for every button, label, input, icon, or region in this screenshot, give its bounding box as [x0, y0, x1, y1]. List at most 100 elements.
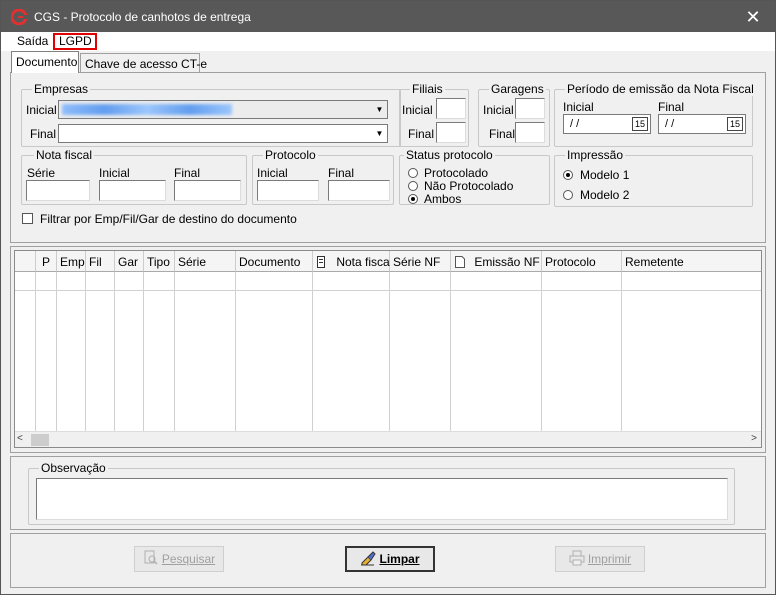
garagem-inicial-input[interactable]: [515, 98, 545, 119]
radio-protocolado[interactable]: [408, 168, 418, 178]
radio-nao-protocolado-label: Não Protocolado: [424, 179, 514, 193]
grid-header-fil[interactable]: Fil: [86, 251, 115, 272]
periodo-final-date[interactable]: / / 15: [658, 114, 746, 134]
protocolo-group: Protocolo Inicial Final: [252, 148, 394, 205]
periodo-final-label: Final: [658, 100, 685, 114]
menu-lgpd[interactable]: LGPD: [53, 33, 97, 50]
button-panel: Pesquisar Limpar Imprimir: [10, 533, 766, 588]
scroll-right-icon[interactable]: >: [751, 433, 757, 444]
imprimir-button[interactable]: Imprimir: [555, 546, 645, 572]
protocolo-final-label: Final: [328, 166, 355, 180]
chevron-down-icon[interactable]: ▼: [374, 104, 385, 115]
documento-panel: Empresas Inicial ▼ Final ▼ Filiais Inici…: [10, 72, 766, 243]
search-icon: [144, 550, 158, 565]
grid-header-documento[interactable]: Documento: [236, 251, 313, 272]
filial-inicial-label: Inicial: [402, 103, 433, 117]
radio-modelo-1[interactable]: [563, 170, 573, 180]
imprimir-label: Imprimir: [587, 552, 632, 566]
calendar-icon[interactable]: 15: [632, 117, 648, 131]
document-icon: [317, 256, 325, 268]
periodo-inicial-label: Inicial: [563, 100, 594, 114]
filtro-label: Filtrar por Emp/Fil/Gar de destino do do…: [40, 212, 297, 226]
grid-header-emissao-nf[interactable]: Emissão NF: [451, 251, 542, 272]
grid-column: [175, 272, 236, 437]
filiais-group: Filiais Inicial Final: [399, 82, 469, 147]
grid-header-remetente[interactable]: Remetente: [622, 251, 761, 272]
menu-saida[interactable]: Saída: [13, 33, 52, 50]
grid-column: [542, 272, 622, 437]
tab-chave-acesso-cte[interactable]: Chave de acesso CT-e: [80, 53, 207, 73]
grid-column: [57, 272, 86, 437]
periodo-group: Período de emissão da Nota Fiscal Inicia…: [554, 82, 756, 147]
empresa-inicial-label: Inicial: [26, 103, 57, 117]
redacted-value: [62, 104, 232, 115]
protocolo-inicial-input[interactable]: [257, 180, 319, 201]
filtro-checkbox[interactable]: [22, 213, 33, 224]
grid-header-protocolo[interactable]: Protocolo: [542, 251, 622, 272]
app-logo-icon: [11, 9, 27, 25]
radio-ambos[interactable]: [408, 194, 418, 204]
periodo-inicial-date[interactable]: / / 15: [563, 114, 651, 134]
garagem-inicial-label: Inicial: [483, 103, 514, 117]
nf-serie-label: Série: [27, 166, 56, 180]
grid-header-nota-fiscal-label: Nota fiscal: [336, 255, 393, 269]
radio-modelo-2[interactable]: [563, 190, 573, 200]
observacao-panel: Observação: [10, 456, 766, 530]
empresa-inicial-select[interactable]: ▼: [58, 100, 388, 119]
main-window: CGS - Protocolo de canhotos de entrega ✕…: [0, 0, 776, 595]
filial-final-label: Final: [408, 127, 435, 141]
periodo-final-value: / /: [665, 118, 675, 130]
grid-header-gar[interactable]: Gar: [115, 251, 144, 272]
grid-panel: P Emp Fil Gar Tipo Série Documento Nota …: [10, 246, 766, 453]
grid-header-emissao-nf-label: Emissão NF: [474, 255, 540, 269]
radio-protocolado-label: Protocolado: [424, 166, 489, 180]
empresas-group: Empresas Inicial ▼ Final ▼: [21, 82, 401, 147]
results-grid[interactable]: P Emp Fil Gar Tipo Série Documento Nota …: [14, 250, 762, 448]
scroll-thumb[interactable]: [31, 434, 49, 446]
nf-final-input[interactable]: [174, 180, 241, 201]
protocolo-final-input[interactable]: [328, 180, 390, 201]
window-title: CGS - Protocolo de canhotos de entrega: [34, 10, 251, 24]
radio-modelo-2-label: Modelo 2: [580, 188, 630, 202]
close-icon[interactable]: ✕: [739, 6, 767, 28]
observacao-title: Observação: [39, 461, 108, 475]
chevron-down-icon[interactable]: ▼: [374, 128, 385, 139]
grid-column: [390, 272, 451, 437]
garagem-final-label: Final: [489, 127, 516, 141]
horizontal-scrollbar[interactable]: < >: [15, 431, 761, 447]
nf-inicial-label: Inicial: [99, 166, 130, 180]
garagens-group: Garagens Inicial Final: [478, 82, 550, 147]
pesquisar-label: Pesquisar: [161, 552, 216, 566]
periodo-title: Período de emissão da Nota Fiscal: [565, 82, 756, 96]
grid-header-serie[interactable]: Série: [175, 251, 236, 272]
nf-serie-input[interactable]: [26, 180, 90, 201]
scroll-left-icon[interactable]: <: [17, 433, 23, 444]
filial-inicial-input[interactable]: [436, 98, 466, 119]
empresa-final-label: Final: [30, 127, 57, 141]
grid-header-emp[interactable]: Emp: [57, 251, 86, 272]
grid-header-serie-nf[interactable]: Série NF: [390, 251, 451, 272]
grid-column: [236, 272, 313, 437]
garagens-title: Garagens: [489, 82, 546, 96]
radio-ambos-label: Ambos: [424, 192, 462, 206]
radio-nao-protocolado[interactable]: [408, 181, 418, 191]
observacao-group: Observação: [28, 461, 735, 525]
garagem-final-input[interactable]: [515, 122, 545, 143]
grid-header-nota-fiscal[interactable]: Nota fiscal: [313, 251, 393, 272]
empresas-title: Empresas: [32, 82, 91, 96]
limpar-button[interactable]: Limpar: [345, 546, 435, 572]
nf-inicial-input[interactable]: [99, 180, 166, 201]
pesquisar-button[interactable]: Pesquisar: [134, 546, 224, 572]
empresa-final-select[interactable]: ▼: [58, 124, 388, 143]
calendar-icon[interactable]: 15: [727, 117, 743, 131]
grid-header-p[interactable]: P: [36, 251, 57, 272]
grid-header-tipo[interactable]: Tipo: [144, 251, 175, 272]
grid-column: [36, 272, 57, 437]
observacao-textarea[interactable]: [36, 478, 728, 520]
tab-documento[interactable]: Documento: [11, 51, 79, 73]
protocolo-title: Protocolo: [263, 148, 318, 162]
eraser-icon: [361, 551, 377, 566]
status-protocolo-title: Status protocolo: [404, 148, 495, 162]
grid-header-indicator[interactable]: [15, 251, 36, 272]
filial-final-input[interactable]: [436, 122, 466, 143]
